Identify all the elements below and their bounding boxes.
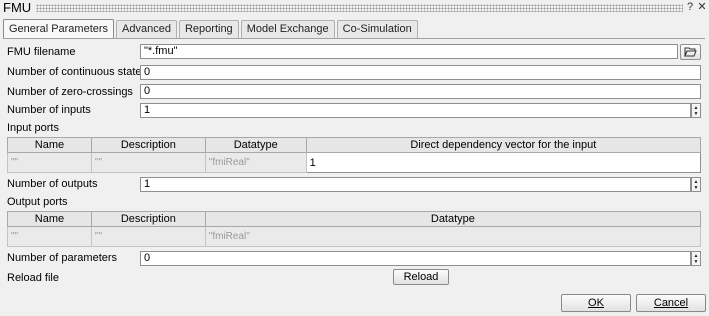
cell-name: ""	[7, 152, 92, 173]
title-bar: FMU ? ✕	[0, 0, 709, 16]
cancel-button-label: Cancel	[653, 297, 689, 309]
spin-down-icon[interactable]: ▼	[694, 259, 699, 265]
zero-crossings-field[interactable]: 0	[140, 84, 701, 99]
tab-bar: General Parameters Advanced Reporting Mo…	[3, 18, 420, 39]
zero-crossings-label: Number of zero-crossings	[7, 86, 133, 98]
window-title: FMU	[3, 0, 32, 15]
tab-advanced[interactable]: Advanced	[116, 20, 177, 38]
spin-down-icon[interactable]: ▼	[694, 185, 699, 191]
cell-name: ""	[7, 226, 92, 247]
num-outputs-field[interactable]: 1	[140, 177, 691, 192]
drag-grip[interactable]	[36, 4, 683, 12]
input-ports-table: Name Description Datatype Direct depende…	[7, 137, 702, 173]
cell-datatype: "fmiReal"	[204, 152, 307, 173]
column-header-name[interactable]: Name	[7, 137, 92, 153]
cell-datatype: "fmiReal"	[204, 226, 702, 247]
column-header-description[interactable]: Description	[90, 137, 206, 153]
ok-button[interactable]: OK	[561, 294, 631, 312]
cell-dependency-input[interactable]: 1	[305, 152, 702, 173]
input-ports-label: Input ports	[7, 122, 59, 134]
num-outputs-spinner[interactable]: ▲ ▼	[691, 177, 701, 192]
tab-reporting[interactable]: Reporting	[178, 20, 239, 38]
spin-down-icon[interactable]: ▼	[694, 111, 699, 117]
ok-button-label: OK	[588, 297, 604, 309]
tab-panel-border	[3, 38, 705, 39]
continuous-states-field[interactable]: 0	[140, 65, 701, 80]
fmu-filename-field[interactable]: "*.fmu"	[140, 44, 678, 59]
table-row: "" "" "fmiReal"	[7, 226, 702, 247]
num-inputs-field[interactable]: 1	[140, 103, 691, 118]
browse-button[interactable]	[680, 44, 701, 60]
column-header-dependency[interactable]: Direct dependency vector for the input	[305, 137, 702, 153]
table-row: "" "" "fmiReal" 1	[7, 152, 702, 173]
num-outputs-label: Number of outputs	[7, 178, 98, 190]
help-icon[interactable]: ?	[684, 1, 696, 14]
close-icon[interactable]: ✕	[696, 1, 708, 14]
cell-description: ""	[90, 226, 206, 247]
continuous-states-label: Number of continuous states	[7, 66, 148, 78]
cancel-button[interactable]: Cancel	[636, 294, 706, 312]
column-header-name[interactable]: Name	[7, 211, 92, 227]
tab-model-exchange[interactable]: Model Exchange	[240, 20, 335, 38]
num-inputs-spinner[interactable]: ▲ ▼	[691, 103, 701, 118]
tab-co-simulation[interactable]: Co-Simulation	[336, 20, 418, 38]
output-ports-table: Name Description Datatype "" "" "fmiReal…	[7, 211, 702, 247]
num-parameters-spinner[interactable]: ▲ ▼	[691, 251, 701, 266]
tab-general-parameters[interactable]: General Parameters	[3, 19, 115, 39]
reload-file-label: Reload file	[7, 272, 59, 284]
num-inputs-label: Number of inputs	[7, 104, 91, 116]
folder-open-icon	[684, 47, 697, 57]
fmu-filename-label: FMU filename	[7, 46, 76, 58]
reload-button[interactable]: Reload	[393, 269, 449, 285]
num-parameters-field[interactable]: 0	[140, 251, 691, 266]
cell-description: ""	[90, 152, 206, 173]
output-ports-label: Output ports	[7, 196, 68, 208]
column-header-description[interactable]: Description	[90, 211, 206, 227]
column-header-datatype[interactable]: Datatype	[204, 137, 307, 153]
num-parameters-label: Number of parameters	[7, 252, 118, 264]
column-header-datatype[interactable]: Datatype	[204, 211, 702, 227]
